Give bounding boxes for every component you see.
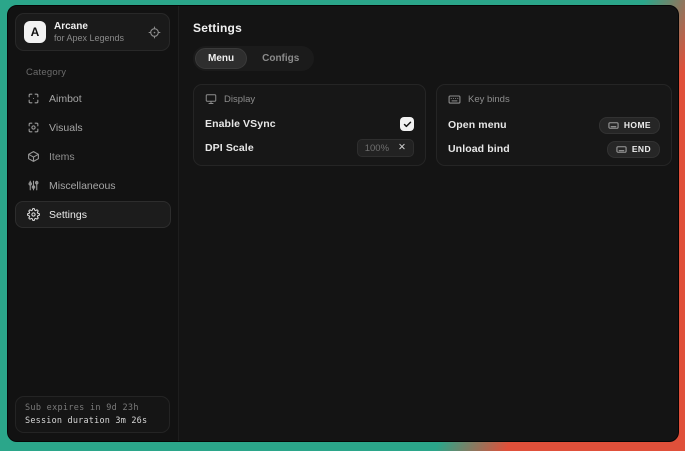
check-icon [403,120,412,129]
keybinds-card-title: Key binds [468,94,510,105]
main-content: Settings Menu Configs Display E [179,6,679,441]
sidebar-item-visuals[interactable]: Visuals [15,114,171,141]
brand-title: Arcane [54,21,124,32]
keybind-value: HOME [624,120,651,130]
sliders-icon [27,179,40,192]
keyboard-icon [616,144,627,155]
keyboard-icon [608,120,619,131]
target-icon[interactable] [148,26,161,39]
sidebar-item-settings[interactable]: Settings [15,201,171,228]
open-menu-row: Open menu HOME [448,113,660,137]
sidebar-item-aimbot[interactable]: Aimbot [15,85,171,112]
subscription-info-card: Sub expires in 9d 23h Session duration 3… [15,396,170,433]
sidebar-item-label: Settings [49,209,87,221]
crosshair-scan-icon [27,92,40,105]
sidebar: A Arcane for Apex Legends Category [8,6,179,441]
app-logo: A [24,21,46,43]
unload-bind-row: Unload bind END [448,137,660,161]
focus-eye-icon [27,121,40,134]
open-menu-label: Open menu [448,119,507,131]
brand-text: Arcane for Apex Legends [54,21,124,43]
display-card-title: Display [224,94,255,105]
brand-card: A Arcane for Apex Legends [15,13,170,51]
app-window: A Arcane for Apex Legends Category [7,5,679,442]
sidebar-item-label: Visuals [49,122,83,134]
tab-configs[interactable]: Configs [249,48,312,69]
dpi-scale-value: 100% [365,143,389,154]
enable-vsync-row: Enable VSync [205,112,414,136]
sub-expires-text: Sub expires in 9d 23h [25,403,160,413]
category-label: Category [26,67,178,78]
enable-vsync-label: Enable VSync [205,118,276,130]
keybind-value: END [632,144,651,154]
vsync-checkbox[interactable] [400,117,414,131]
page-title: Settings [193,21,672,35]
sidebar-item-label: Items [49,151,75,163]
session-duration-text: Session duration 3m 26s [25,416,160,426]
open-menu-keybind-button[interactable]: HOME [599,117,660,134]
sidebar-item-label: Aimbot [49,93,82,105]
dpi-scale-row: DPI Scale 100% ✕ [205,136,414,160]
sidebar-nav: Aimbot Visuals Items [8,84,178,229]
tab-menu[interactable]: Menu [195,48,247,69]
unload-bind-label: Unload bind [448,143,510,155]
sidebar-item-label: Miscellaneous [49,180,116,192]
keyboard-icon [448,93,461,106]
dpi-scale-label: DPI Scale [205,142,254,154]
unload-keybind-button[interactable]: END [607,141,660,158]
keybinds-card: Key binds Open menu HOME Unload bind [436,84,672,166]
display-card: Display Enable VSync DPI Scale 100% ✕ [193,84,426,166]
settings-cards: Display Enable VSync DPI Scale 100% ✕ [193,84,672,166]
tab-bar: Menu Configs [193,46,314,71]
display-card-header: Display [205,93,414,105]
sidebar-item-items[interactable]: Items [15,143,171,170]
sidebar-item-miscellaneous[interactable]: Miscellaneous [15,172,171,199]
keybinds-card-header: Key binds [448,93,660,106]
gear-icon [27,208,40,221]
cube-icon [27,150,40,163]
clear-icon[interactable]: ✕ [398,143,406,153]
dpi-scale-select[interactable]: 100% ✕ [357,139,414,157]
monitor-icon [205,93,217,105]
brand-subtitle: for Apex Legends [54,33,124,43]
